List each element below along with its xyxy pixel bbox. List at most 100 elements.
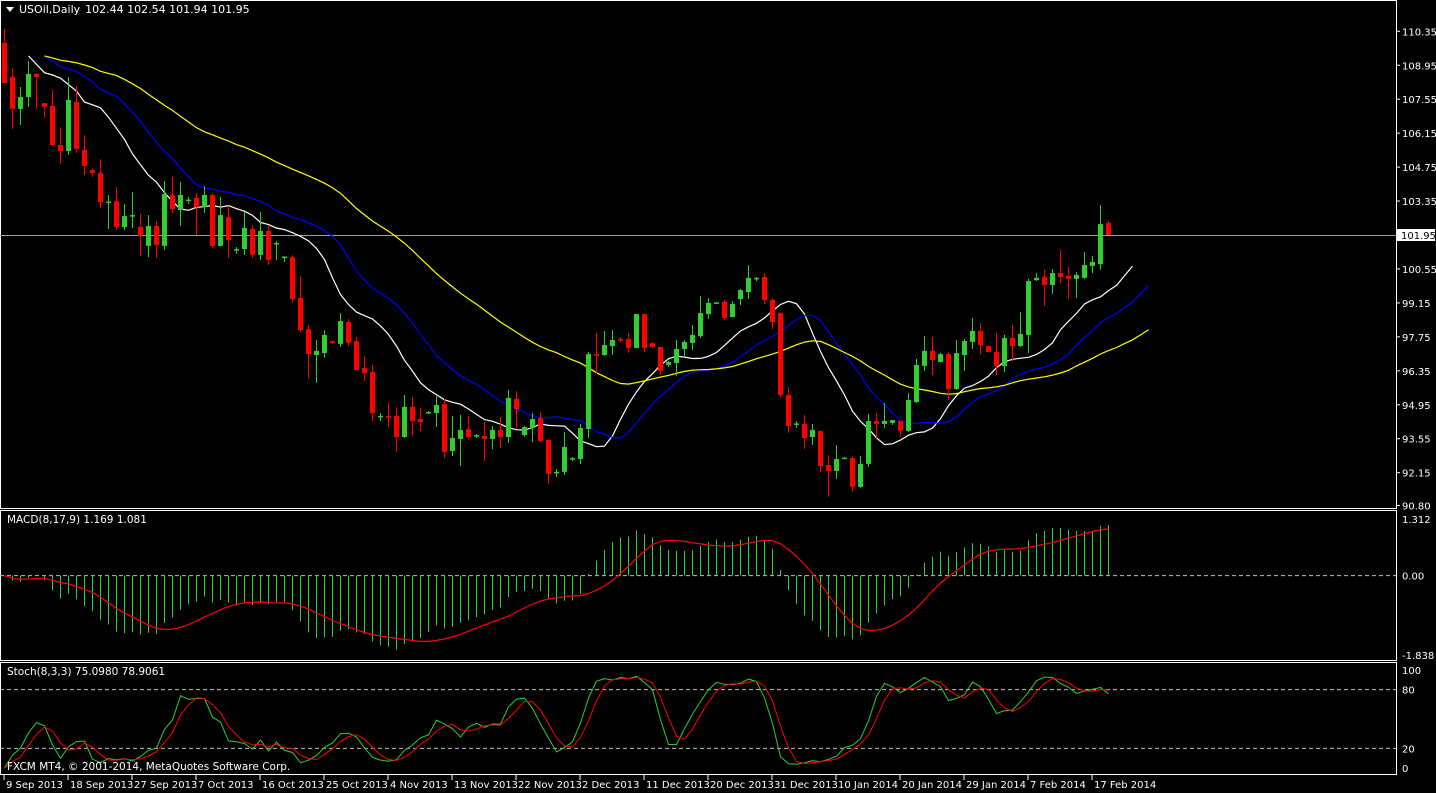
date-tick-label: 7 Feb 2014 [1030,780,1086,791]
macd-tick-label: 0.00 [1402,572,1424,583]
candle [1050,268,1055,294]
candle [242,211,247,255]
dropdown-triangle-icon[interactable] [6,7,14,12]
candle-body [562,446,567,472]
candle [754,276,759,282]
candle [874,412,879,438]
candle [674,340,679,377]
candle-body [666,362,671,365]
candle [834,445,839,479]
candle-body [138,226,143,236]
price-tick-label: 104.75 [1402,163,1436,174]
candle [858,455,863,488]
candle [602,331,607,357]
candle-body [802,423,807,438]
candle [906,393,911,432]
candle-body [810,429,815,438]
candle [1090,256,1095,274]
date-tick-label: 9 Sep 2013 [6,780,63,791]
candle-body [626,339,631,349]
chart-canvas[interactable]: 110.35 108.95 107.55 106.15 104.75 103.35 100.… [0,0,1436,793]
symbol-label: USOil,Daily [19,3,81,16]
candle [1034,273,1039,282]
candle [186,196,191,204]
candle-body [1010,338,1015,347]
candle [650,342,655,349]
ma-mid-line [44,55,1149,439]
candle [418,407,423,431]
candle-body [234,249,239,251]
price-tick-label: 103.35 [1402,197,1436,208]
candle-body [610,340,615,347]
candle [1026,278,1031,354]
candle [1106,220,1111,236]
candle-body [122,216,127,227]
candle-body [394,415,399,438]
candle [818,430,823,472]
candle-body [386,415,391,418]
price-tick-label: 99.15 [1402,299,1431,310]
candle-body [170,194,175,210]
candle-body [290,257,295,300]
candle-body [50,105,55,146]
candle [1074,272,1079,299]
candle [730,300,735,317]
date-tick-label: 25 Oct 2013 [326,780,388,791]
price-tick-label: 110.35 [1402,27,1436,38]
macd-label: MACD(8,17,9) 1.169 1.081 [7,514,147,526]
candle-body [258,230,263,255]
candle-body [130,215,135,217]
price-tick-label: 107.55 [1402,95,1436,106]
candle [434,396,439,428]
candle-body [306,329,311,355]
candle [122,203,127,230]
candle [1018,312,1023,348]
price-tick-label: 96.35 [1402,367,1431,378]
copyright-text: FXCM MT4, © 2001-2014, MetaQuotes Softwa… [7,761,291,773]
macd-tick-label: -1.838 [1402,651,1434,662]
candle-body [834,459,839,471]
candle-body [922,350,927,366]
candle [794,420,799,429]
candle-body [578,428,583,460]
candle-body [1090,261,1095,267]
candle [546,438,551,485]
candle-body [354,340,359,371]
candle-body [722,301,727,318]
candle [410,396,415,436]
candle-body [18,97,23,109]
candle [498,417,503,448]
candle-body [906,399,911,431]
candle-body [850,458,855,487]
candle [466,415,471,440]
candle [626,332,631,354]
candle [850,455,855,493]
candle-body [186,199,191,202]
price-tick-label: 92.15 [1402,469,1431,480]
candle-body [34,73,39,77]
candle [194,193,199,235]
candle-body [858,463,863,487]
candle-body [586,354,591,429]
candle [226,205,231,259]
candle [954,340,959,390]
candle [930,337,935,375]
candle [826,454,831,497]
candle-body [418,419,423,422]
candle [250,225,255,259]
candle-body [634,314,639,349]
macd-plot [0,524,1396,650]
candle [18,87,23,125]
stoch-tick-label: 20 [1402,744,1415,755]
candle-body [362,367,367,373]
candle [274,241,279,260]
candle-body [506,397,511,438]
candle-body [1002,338,1007,366]
candle [1010,324,1015,363]
candle-body [490,429,495,439]
candle [810,423,815,446]
candle [482,421,487,462]
candle [314,340,319,383]
candle [786,387,791,433]
candle-body [474,435,479,437]
